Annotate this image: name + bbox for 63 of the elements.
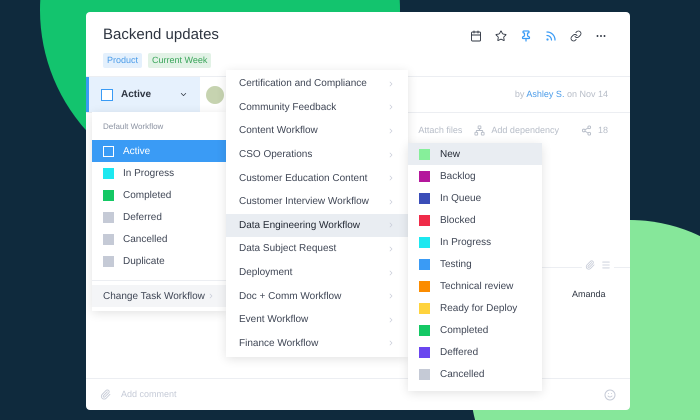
workflow-option[interactable]: Certification and Compliance <box>226 72 408 96</box>
workflow-option[interactable]: Content Workflow <box>226 119 408 143</box>
status-option[interactable]: New <box>408 143 542 165</box>
chevron-icon <box>387 103 395 112</box>
status-option[interactable]: Backlog <box>408 165 542 187</box>
emoji-icon[interactable] <box>604 388 616 400</box>
list-icon[interactable] <box>601 260 611 270</box>
workflow-option[interactable]: Community Feedback <box>226 96 408 120</box>
pin-icon[interactable] <box>520 30 532 42</box>
chevron-icon <box>387 174 395 182</box>
status-option[interactable]: Completed <box>92 184 226 206</box>
star-icon[interactable] <box>495 30 507 42</box>
status-option[interactable]: In Queue <box>408 187 542 209</box>
chevron-icon <box>387 221 395 230</box>
calendar-icon[interactable] <box>470 30 482 42</box>
workflow-option[interactable]: Finance Workflow <box>226 332 408 356</box>
comment-field[interactable]: Add comment <box>121 388 594 402</box>
status-option[interactable]: Deferred <box>92 206 226 228</box>
status-option[interactable]: Duplicate <box>92 250 226 272</box>
status-option[interactable]: In Progress <box>92 162 226 184</box>
status-option[interactable]: Completed <box>408 319 542 341</box>
assignee-name: Amanda <box>572 288 606 301</box>
status-option[interactable]: Testing <box>408 253 542 275</box>
attachment-icon[interactable] <box>100 389 111 400</box>
caret-icon <box>179 90 188 99</box>
avatar <box>206 86 224 104</box>
status-option[interactable]: Technical review <box>408 275 542 297</box>
chevron-icon <box>387 292 395 300</box>
share-count: 18 <box>598 124 608 137</box>
link-icon[interactable] <box>570 30 582 42</box>
status-option[interactable]: Ready for Deploy <box>408 297 542 319</box>
workflow-option[interactable]: Event Workflow <box>226 308 408 332</box>
chevron-icon <box>387 150 395 159</box>
status-dropdown[interactable]: Active <box>86 77 200 112</box>
chevron-icon <box>387 268 395 277</box>
status-option[interactable]: In Progress <box>408 231 542 253</box>
status-option[interactable]: Deffered <box>408 341 542 363</box>
rss-icon[interactable] <box>545 30 557 42</box>
workflow-option[interactable]: Data Engineering Workflow <box>226 214 408 238</box>
chevron-icon <box>387 316 395 324</box>
dependency-icon <box>474 125 486 136</box>
chevron-icon <box>387 244 395 253</box>
workflow-option[interactable]: CSO Operations <box>226 142 408 166</box>
workflow-option[interactable]: Customer Interview Workflow <box>226 190 408 214</box>
author-line: by Ashley S. on Nov 14 <box>514 88 608 101</box>
chevron-icon <box>387 339 395 348</box>
workflow-option[interactable]: Customer Education Content <box>226 166 408 190</box>
chevron-icon <box>207 292 215 300</box>
workflow-option[interactable]: Doc + Comm Workflow <box>226 284 408 308</box>
status-option[interactable]: Cancelled <box>92 228 226 250</box>
attachment-icon[interactable] <box>585 260 595 270</box>
status-option[interactable]: Cancelled <box>408 363 542 385</box>
menu-header: Default Workflow <box>102 121 164 133</box>
chevron-icon <box>387 126 395 135</box>
status-swatch <box>103 146 114 156</box>
workflow-option[interactable]: Deployment <box>226 260 408 284</box>
share-icon <box>580 125 592 136</box>
workflow-option[interactable]: Data Subject Request <box>226 237 408 261</box>
chevron-icon <box>387 80 395 88</box>
chevron-icon <box>387 198 395 206</box>
status-option[interactable]: Blocked <box>408 209 542 231</box>
task-title: Backend updates <box>103 25 219 45</box>
change-workflow-item[interactable]: Change Task Workflow <box>92 285 226 307</box>
